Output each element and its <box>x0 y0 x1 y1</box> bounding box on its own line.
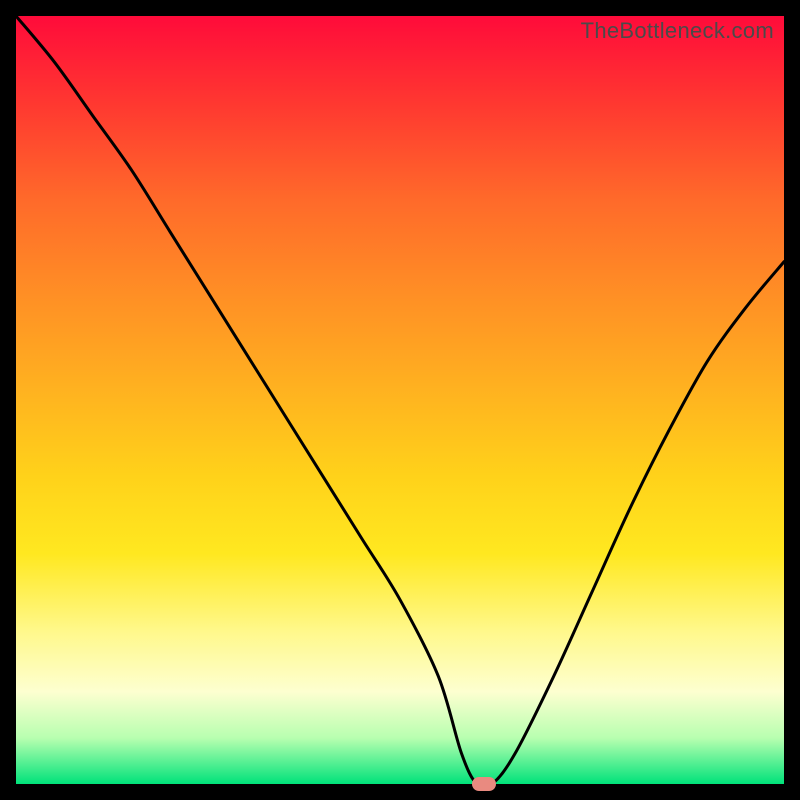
plot-area: TheBottleneck.com <box>16 16 784 784</box>
optimal-point-marker <box>472 777 496 791</box>
bottleneck-curve <box>16 16 784 784</box>
chart-frame: TheBottleneck.com <box>0 0 800 800</box>
watermark-label: TheBottleneck.com <box>581 18 774 44</box>
